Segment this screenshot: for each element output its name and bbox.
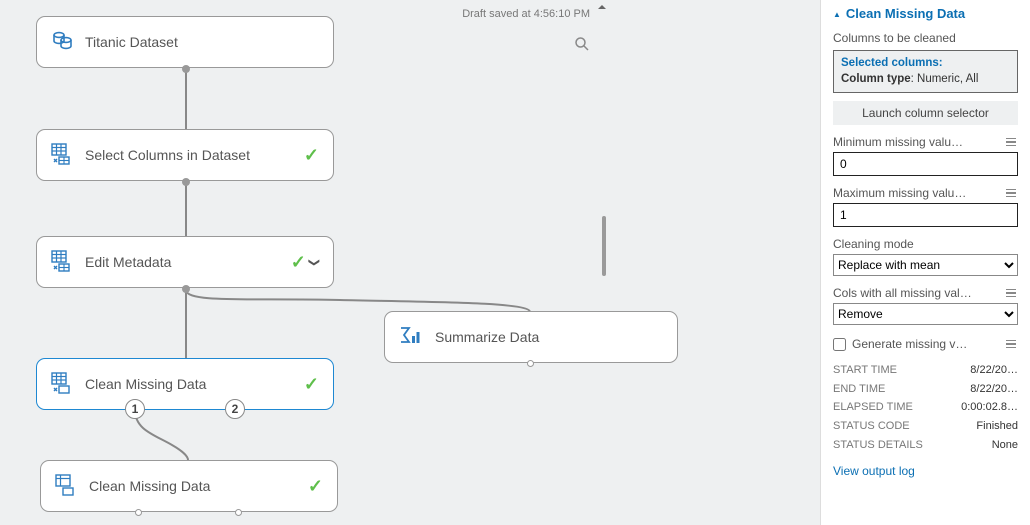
field-menu-icon[interactable] [1004,187,1018,200]
port-number: 1 [132,402,139,416]
metric-key: START TIME [833,361,897,380]
generate-missing-checkbox[interactable] [833,338,846,351]
columns-to-clean-label: Columns to be cleaned [833,31,956,45]
cleaning-mode-label: Cleaning mode [833,237,914,251]
node-select-columns[interactable]: Select Columns in Dataset ✓ [36,129,334,181]
metric-key: STATUS DETAILS [833,436,923,455]
grid-select-icon [51,143,73,168]
node-summarize-data[interactable]: Summarize Data [384,311,678,363]
experiment-canvas[interactable]: Draft saved at 4:56:10 PM Titanic Datase… [0,0,820,525]
properties-panel: Clean Missing Data Columns to be cleaned… [820,0,1030,525]
node-output-port-1[interactable]: 1 [125,399,145,419]
metric-key: END TIME [833,380,885,399]
node-label: Clean Missing Data [89,478,308,494]
node-dataset[interactable]: Titanic Dataset [36,16,334,68]
max-missing-input[interactable] [833,203,1018,227]
port-number: 2 [232,402,239,416]
chevron-down-icon[interactable]: ❯ [308,257,321,266]
cols-all-missing-select[interactable]: Remove [833,303,1018,325]
metric-val: None [992,436,1018,455]
launch-column-selector-button[interactable]: Launch column selector [833,101,1018,125]
node-clean-missing-data-2[interactable]: Clean Missing Data ✓ [40,460,338,512]
metric-val: 0:00:02.8… [961,398,1018,417]
min-missing-label: Minimum missing valu… [833,135,963,149]
field-menu-icon[interactable] [1004,136,1018,149]
metric-val: 8/22/20… [970,380,1018,399]
selected-columns-header: Selected columns: [841,56,1010,72]
grid-select-icon [51,250,73,275]
field-menu-icon[interactable] [1004,338,1018,351]
field-menu-icon[interactable] [1004,287,1018,300]
node-output-port-2[interactable]: 2 [225,399,245,419]
node-output-port[interactable] [182,65,190,73]
node-output-port[interactable] [527,360,534,367]
canvas-scroll-up[interactable] [598,5,606,9]
dataset-icon [51,30,73,55]
node-label: Summarize Data [435,329,663,345]
generate-missing-label: Generate missing v… [852,337,967,351]
node-edit-metadata[interactable]: Edit Metadata ✓ ❯ [36,236,334,288]
node-output-port[interactable] [235,509,242,516]
cleaning-mode-select[interactable]: Replace with mean [833,254,1018,276]
metric-val: Finished [976,417,1018,436]
status-check-icon: ✓ [304,145,319,166]
selected-columns-text: Column type: Numeric, All [841,72,1010,88]
grid-select-icon [55,474,77,499]
node-clean-missing-data-1[interactable]: Clean Missing Data ✓ [36,358,334,410]
min-missing-input[interactable] [833,152,1018,176]
canvas-scrollbar[interactable] [602,216,606,276]
view-output-log-link[interactable]: View output log [833,464,1018,478]
status-check-icon: ✓ [291,252,306,273]
generate-missing-checkbox-row[interactable]: Generate missing v… [833,337,967,351]
metric-key: ELAPSED TIME [833,398,913,417]
run-metrics: START TIME 8/22/20… END TIME 8/22/20… ELAP… [833,361,1018,454]
grid-select-icon [51,372,73,397]
sigma-bar-icon [399,326,423,349]
node-label: Titanic Dataset [85,34,319,50]
panel-title[interactable]: Clean Missing Data [833,6,1018,21]
cols-all-missing-label: Cols with all missing val… [833,286,972,300]
status-check-icon: ✓ [308,476,323,497]
metric-key: STATUS CODE [833,417,910,436]
metric-val: 8/22/20… [970,361,1018,380]
node-output-port[interactable] [135,509,142,516]
status-check-icon: ✓ [304,374,319,395]
search-icon[interactable] [574,36,590,55]
node-output-port[interactable] [182,285,190,293]
selected-columns-box: Selected columns: Column type: Numeric, … [833,50,1018,93]
max-missing-label: Maximum missing valu… [833,186,966,200]
node-label: Edit Metadata [85,254,291,270]
node-output-port[interactable] [182,178,190,186]
draft-save-status: Draft saved at 4:56:10 PM [462,8,590,20]
node-label: Select Columns in Dataset [85,147,304,163]
node-label: Clean Missing Data [85,376,304,392]
